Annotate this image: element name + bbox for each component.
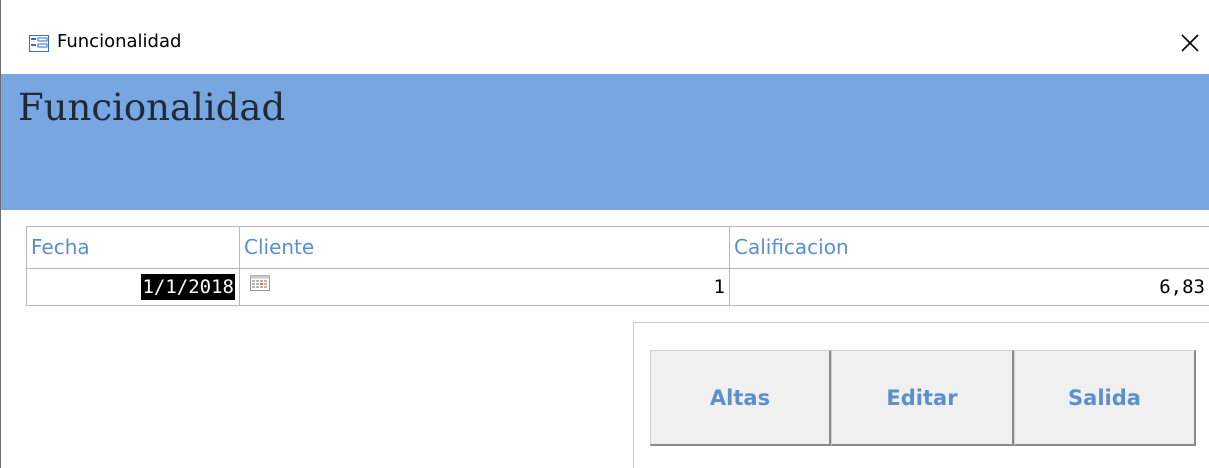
- cliente-value: 1: [713, 276, 725, 298]
- form-header: Funcionalidad: [1, 74, 1209, 210]
- column-header-cliente[interactable]: Cliente: [239, 226, 730, 269]
- altas-button[interactable]: Altas: [650, 350, 831, 446]
- window-title: Funcionalidad: [57, 31, 182, 52]
- salida-button[interactable]: Salida: [1014, 350, 1196, 446]
- column-header-calificacion[interactable]: Calificacion: [729, 226, 1209, 269]
- close-button[interactable]: [1173, 26, 1207, 60]
- data-grid: Fecha Cliente Calificacion 1/1/2018 1 6,…: [26, 226, 1209, 306]
- fecha-value: 1/1/2018: [141, 274, 235, 300]
- calendar-icon[interactable]: [250, 275, 270, 291]
- cell-cliente[interactable]: 1: [239, 268, 730, 306]
- title-bar: Funcionalidad: [1, 0, 1209, 74]
- calificacion-value: 6,83: [1159, 276, 1205, 298]
- column-header-fecha[interactable]: Fecha: [26, 226, 240, 269]
- cell-calificacion[interactable]: 6,83: [729, 268, 1209, 306]
- close-icon: [1181, 34, 1199, 52]
- editar-button[interactable]: Editar: [831, 350, 1014, 446]
- page-title: Funcionalidad: [18, 86, 286, 129]
- cell-fecha[interactable]: 1/1/2018: [26, 268, 240, 306]
- form-icon: [29, 35, 49, 52]
